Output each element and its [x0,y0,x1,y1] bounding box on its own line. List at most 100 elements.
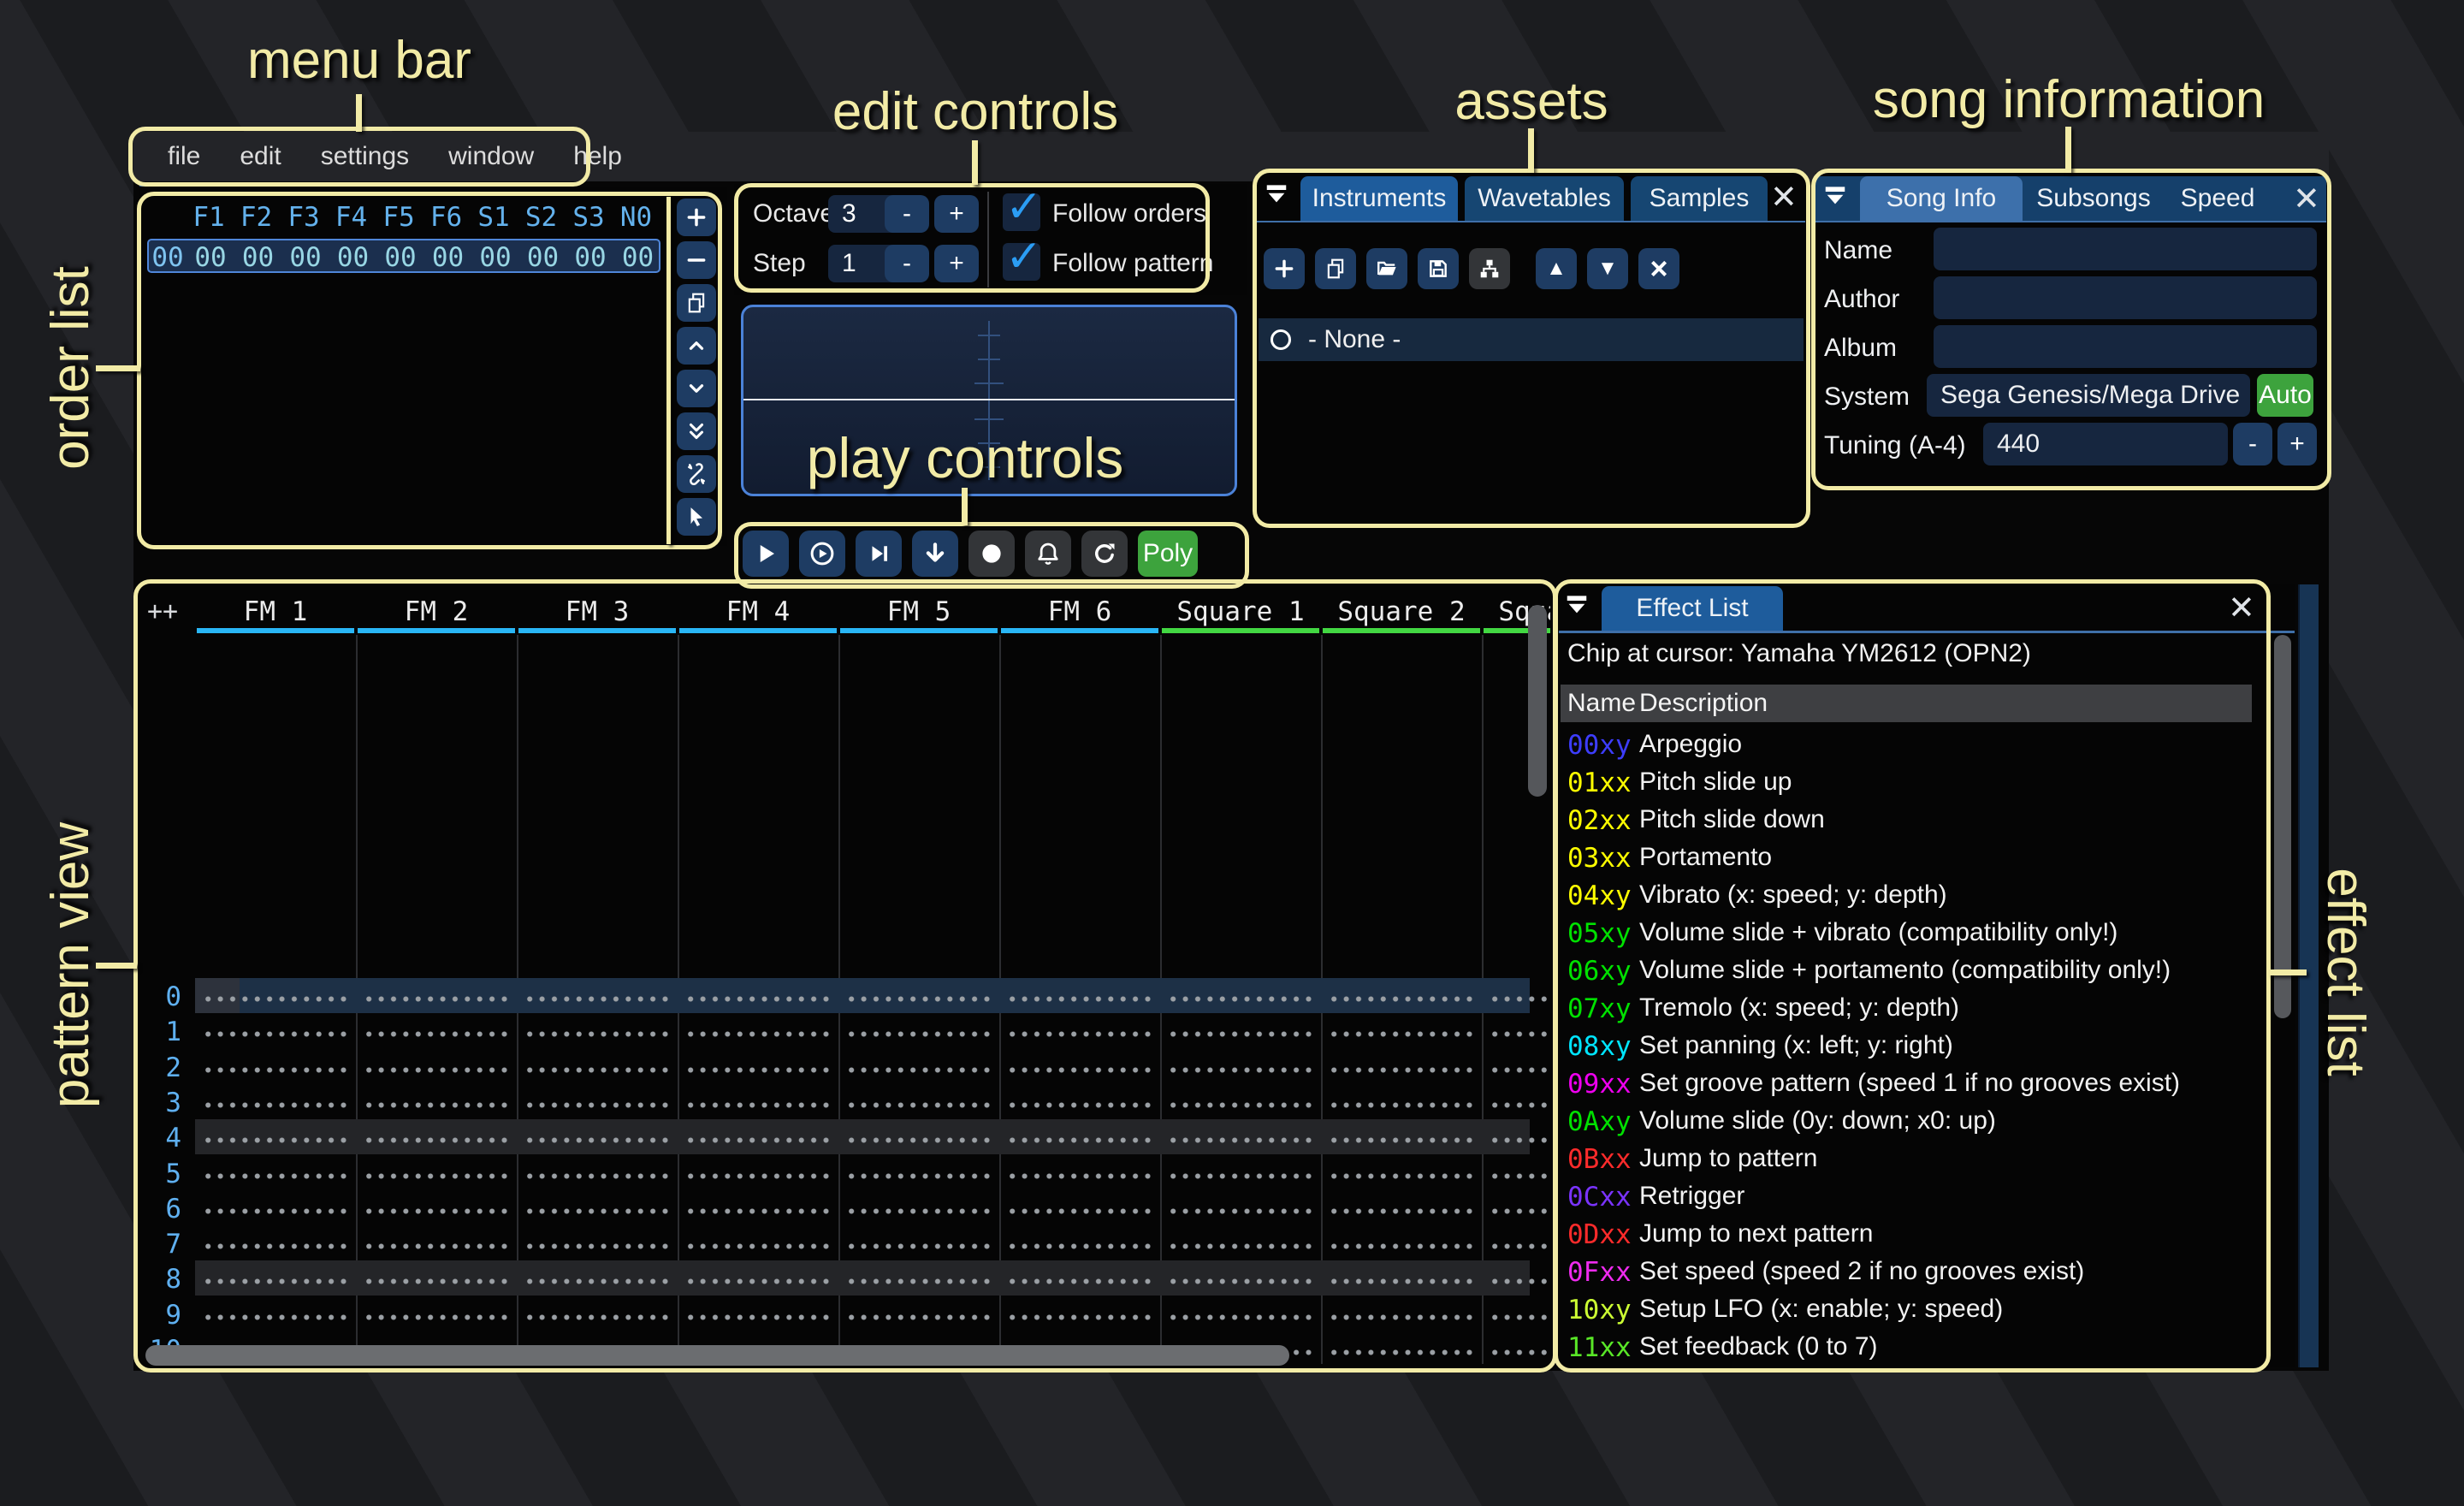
empty-pattern-cell[interactable] [1328,1207,1475,1214]
empty-pattern-cell[interactable] [684,1313,832,1320]
empty-pattern-cell[interactable] [1328,1313,1475,1320]
empty-pattern-cell[interactable] [1328,1243,1475,1250]
effect-row[interactable]: 03xx Portamento [1561,839,2252,876]
tuning-increment-button[interactable]: + [2277,423,2317,465]
effect-row[interactable]: 05xy Volume slide + vibrato (compatibilit… [1561,914,2252,952]
step-decrement-button[interactable]: - [885,245,929,282]
empty-pattern-cell[interactable] [524,1278,671,1285]
empty-pattern-cell[interactable] [524,1172,671,1179]
asset-tree-button[interactable] [1469,248,1510,289]
empty-pattern-cell[interactable] [363,1172,510,1179]
empty-pattern-cell[interactable] [363,1243,510,1250]
empty-pattern-cell[interactable] [845,1101,992,1108]
menu-item-help[interactable]: help [573,142,622,171]
asset-save-button[interactable] [1418,248,1459,289]
empty-pattern-cell[interactable] [1328,1137,1475,1144]
empty-pattern-cell[interactable] [202,1172,349,1179]
order-cell[interactable]: 00 [619,242,657,273]
order-chevron-down-button[interactable] [677,370,716,407]
empty-pattern-cell[interactable] [1328,1066,1475,1073]
empty-pattern-cell[interactable] [845,1031,992,1038]
effect-row[interactable]: 06xy Volume slide + portamento (compatibi… [1561,952,2252,989]
empty-pattern-cell[interactable] [202,1278,349,1285]
empty-pattern-cell[interactable] [1006,1172,1153,1179]
poly-toggle-button[interactable]: Poly [1138,531,1198,577]
instrument-list-item[interactable]: - None - [1259,318,1804,361]
empty-pattern-cell[interactable] [1489,1101,1550,1108]
tab-subsongs[interactable]: Subsongs [2029,176,2158,221]
tab-instruments[interactable]: Instruments [1300,176,1458,221]
channel-header-fm-4[interactable]: FM 4 [678,596,838,627]
empty-pattern-cell[interactable] [202,996,349,1002]
name-field[interactable] [1934,228,2317,270]
metronome-bell-button[interactable] [1025,531,1071,577]
empty-pattern-cell[interactable] [1167,1243,1314,1250]
empty-pattern-cell[interactable] [1006,1313,1153,1320]
empty-pattern-cell[interactable] [1006,1278,1153,1285]
empty-pattern-cell[interactable] [1167,1066,1314,1073]
empty-pattern-cell[interactable] [684,996,832,1002]
empty-pattern-cell[interactable] [1167,1207,1314,1214]
empty-pattern-cell[interactable] [1167,1031,1314,1038]
tab-song-info[interactable]: Song Info [1860,176,2023,221]
asset-duplicate-button[interactable] [1315,248,1356,289]
empty-pattern-cell[interactable] [202,1031,349,1038]
effect-row[interactable]: 04xy Vibrato (x: speed; y: depth) [1561,876,2252,914]
collapse-panel-icon[interactable] [1564,592,1596,625]
tab-samples[interactable]: Samples [1631,176,1768,221]
channel-header-fm-2[interactable]: FM 2 [356,596,517,627]
empty-pattern-cell[interactable] [524,1066,671,1073]
empty-pattern-cell[interactable] [1006,1207,1153,1214]
octave-increment-button[interactable]: + [934,195,979,233]
empty-pattern-cell[interactable] [1489,1313,1550,1320]
empty-pattern-cell[interactable] [1489,1243,1550,1250]
effect-row[interactable]: 08xy Set panning (x: left; y: right) [1561,1027,2252,1064]
order-unlink-button[interactable] [677,455,716,493]
order-minus-button[interactable] [677,241,716,279]
empty-pattern-cell[interactable] [524,1243,671,1250]
collapse-panel-icon[interactable] [1264,181,1296,214]
tuning-decrement-button[interactable]: - [2233,423,2272,465]
empty-pattern-cell[interactable] [363,996,510,1002]
empty-pattern-cell[interactable] [202,1101,349,1108]
effect-row[interactable]: 02xx Pitch slide down [1561,801,2252,839]
effect-row[interactable]: 10xy Setup LFO (x: enable; y: speed) [1561,1290,2252,1328]
channel-header-fm-3[interactable]: FM 3 [517,596,678,627]
empty-pattern-cell[interactable] [684,1066,832,1073]
pattern-vertical-scrollbar[interactable] [1528,605,1547,797]
effect-row[interactable]: 11xx Set feedback (0 to 7) [1561,1328,2252,1366]
order-cell[interactable]: 00 [240,242,277,273]
asset-folder-open-button[interactable] [1366,248,1407,289]
empty-pattern-cell[interactable] [524,1313,671,1320]
tab-wavetables[interactable]: Wavetables [1465,176,1624,221]
author-field[interactable] [1934,276,2317,319]
empty-pattern-cell[interactable] [1328,1172,1475,1179]
empty-pattern-cell[interactable] [845,1066,992,1073]
empty-pattern-cell[interactable] [845,1137,992,1144]
empty-pattern-cell[interactable] [1489,1031,1550,1038]
empty-pattern-cell[interactable] [363,1031,510,1038]
order-duplicate-button[interactable] [677,284,716,322]
empty-pattern-cell[interactable] [202,1243,349,1250]
tab-speed[interactable]: Speed [2166,176,2269,221]
empty-pattern-cell[interactable] [524,1207,671,1214]
menu-item-window[interactable]: window [448,142,534,171]
order-cell[interactable]: 00 [287,242,324,273]
empty-pattern-cell[interactable] [1006,1137,1153,1144]
octave-decrement-button[interactable]: - [885,195,929,233]
channel-header-fm-5[interactable]: FM 5 [838,596,999,627]
menu-item-edit[interactable]: edit [240,142,281,171]
empty-pattern-cell[interactable] [1489,1172,1550,1179]
empty-pattern-cell[interactable] [845,1172,992,1179]
follow-pattern-checkbox[interactable]: ✓ [1003,232,1043,282]
empty-pattern-cell[interactable] [1006,1243,1153,1250]
empty-pattern-cell[interactable] [524,1101,671,1108]
channel-header-fm-6[interactable]: FM 6 [999,596,1160,627]
empty-pattern-cell[interactable] [684,1207,832,1214]
empty-pattern-cell[interactable] [1328,1101,1475,1108]
empty-pattern-cell[interactable] [1167,1172,1314,1179]
empty-pattern-cell[interactable] [1006,996,1153,1002]
step-forward-button[interactable] [856,531,902,577]
effect-row[interactable]: 07xy Tremolo (x: speed; y: depth) [1561,989,2252,1027]
asset-close-x-button[interactable]: × [1638,248,1679,289]
